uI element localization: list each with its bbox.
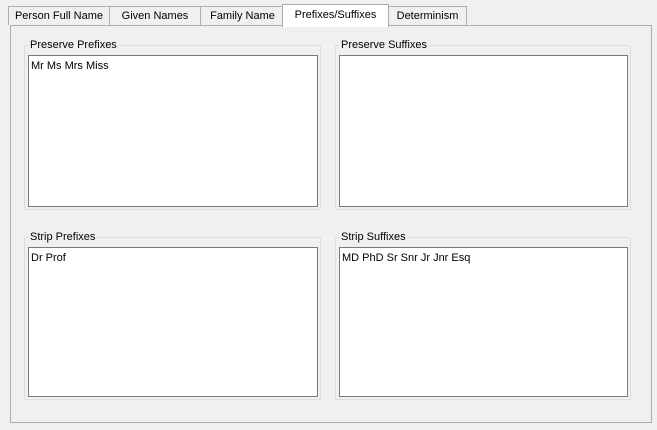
preserve-suffixes-textarea[interactable]	[339, 55, 628, 207]
tab-prefixes-suffixes[interactable]: Prefixes/Suffixes	[282, 4, 389, 27]
strip-suffixes-textarea[interactable]: MD PhD Sr Snr Jr Jnr Esq	[339, 247, 628, 397]
tab-family-name[interactable]: Family Name	[200, 6, 285, 25]
preserve-prefixes-textarea[interactable]: Mr Ms Mrs Miss	[28, 55, 318, 207]
prefixes-suffixes-panel: Preserve Prefixes Mr Ms Mrs Miss Preserv…	[10, 25, 652, 423]
strip-prefixes-textarea[interactable]: Dr Prof	[28, 247, 318, 397]
strip-suffixes-label: Strip Suffixes	[339, 230, 408, 244]
preserve-prefixes-label: Preserve Prefixes	[28, 38, 119, 52]
preserve-suffixes-label: Preserve Suffixes	[339, 38, 430, 52]
preserve-suffixes-group: Preserve Suffixes	[335, 38, 631, 210]
tab-given-names[interactable]: Given Names	[109, 6, 201, 25]
strip-prefixes-group: Strip Prefixes Dr Prof	[24, 230, 321, 400]
strip-prefixes-label: Strip Prefixes	[28, 230, 98, 244]
tab-determinism[interactable]: Determinism	[388, 6, 467, 25]
preserve-prefixes-group: Preserve Prefixes Mr Ms Mrs Miss	[24, 38, 321, 210]
strip-suffixes-group: Strip Suffixes MD PhD Sr Snr Jr Jnr Esq	[335, 230, 631, 400]
tab-strip: Person Full Name Given Names Family Name…	[8, 4, 468, 27]
tab-person-full-name[interactable]: Person Full Name	[8, 6, 110, 25]
